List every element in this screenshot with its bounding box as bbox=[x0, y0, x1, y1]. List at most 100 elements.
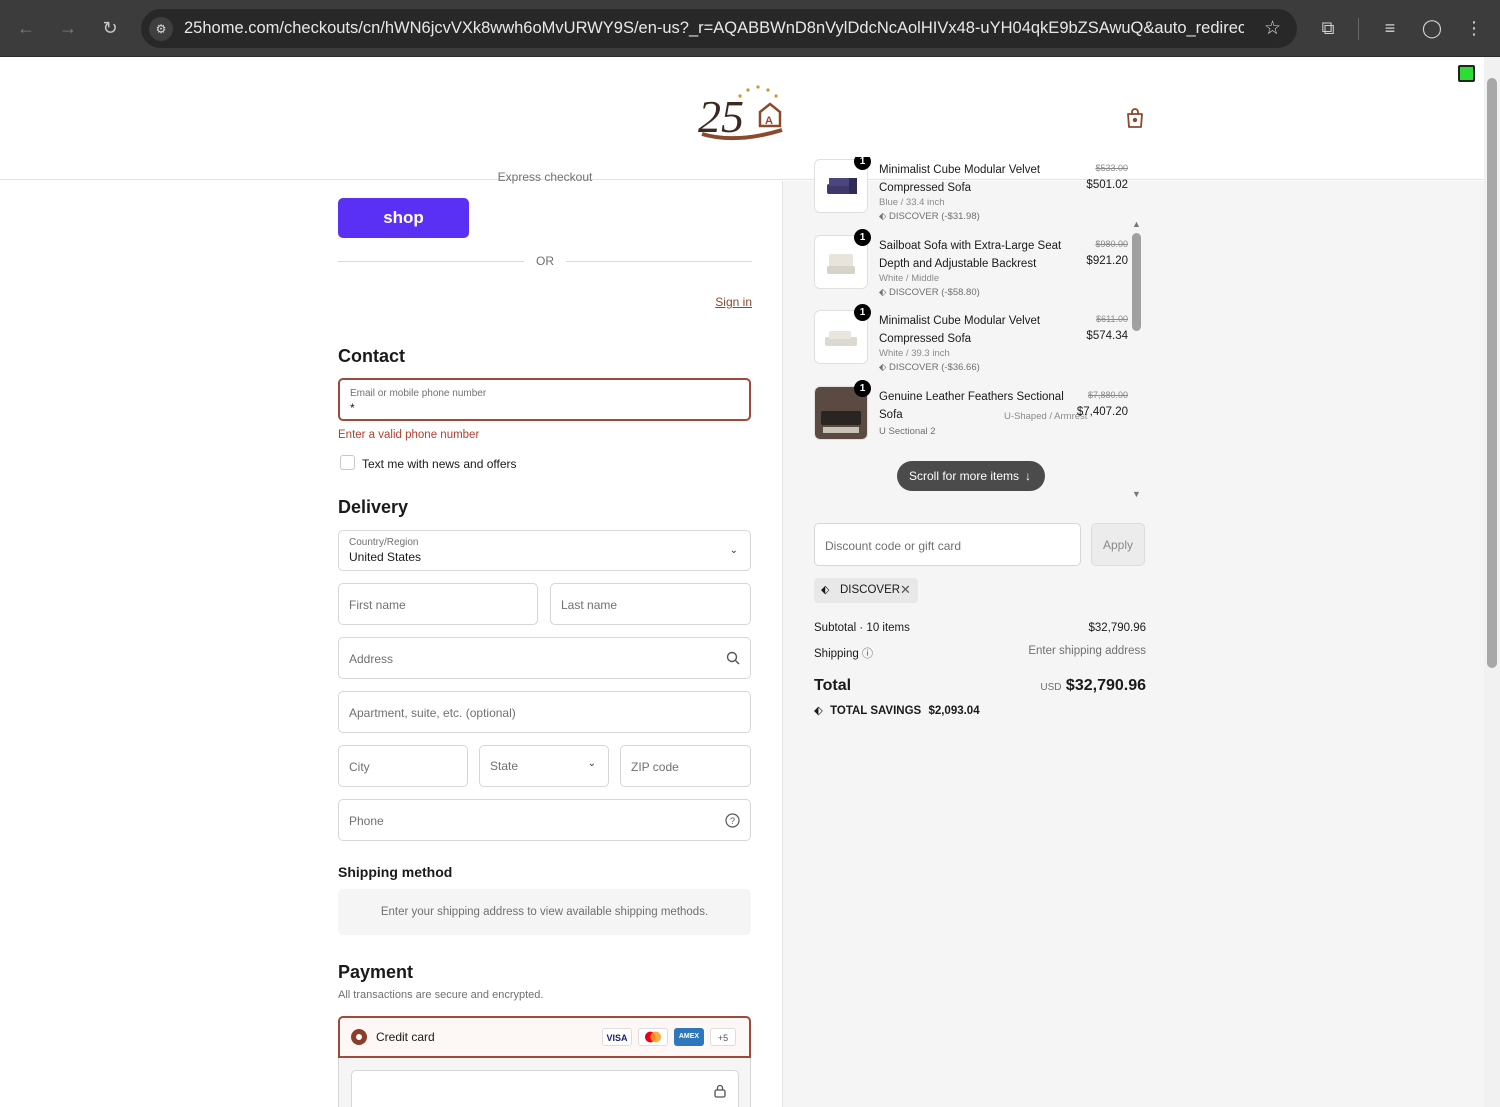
scroll-up-arrow-icon[interactable]: ▲ bbox=[1132, 219, 1141, 229]
email-field-label: Email or mobile phone number bbox=[350, 388, 487, 399]
news-offers-checkbox[interactable] bbox=[340, 455, 355, 470]
product-discount-text: DISCOVER (-$31.98) bbox=[888, 211, 980, 222]
remove-discount-icon[interactable]: ✕ bbox=[900, 582, 911, 598]
last-name-field[interactable]: Last name bbox=[550, 583, 751, 625]
product-discount-text: DISCOVER (-$36.66) bbox=[888, 362, 980, 373]
shipping-value: Enter shipping address bbox=[1028, 645, 1146, 657]
discounted-price: $501.02 bbox=[1086, 179, 1128, 191]
reload-icon[interactable]: ↻ bbox=[96, 14, 124, 42]
email-field[interactable]: Email or mobile phone number * bbox=[338, 378, 751, 421]
cart-items-list[interactable]: 1 Minimalist Cube Modular Velvet Compres… bbox=[814, 157, 1144, 447]
phone-field[interactable]: Phone ? bbox=[338, 799, 751, 841]
apply-discount-button[interactable]: Apply bbox=[1091, 523, 1145, 566]
zip-placeholder: ZIP code bbox=[631, 760, 679, 774]
original-price: $980.00 bbox=[1095, 239, 1128, 249]
product-name: Minimalist Cube Modular Velvet Compresse… bbox=[879, 164, 1041, 194]
cart-item: 1 Minimalist Cube Modular Velvet Compres… bbox=[814, 304, 1132, 384]
discounted-price: $574.34 bbox=[1086, 330, 1128, 342]
discounted-price: $7,407.20 bbox=[1076, 406, 1128, 418]
address-bar[interactable]: ⚙ 25home.com/checkouts/cn/hWN6jcvVXk8wwh… bbox=[141, 9, 1297, 48]
country-select[interactable]: Country/Region United States ⌄ bbox=[338, 530, 751, 571]
checkout-page: 25 A bbox=[0, 57, 1484, 1107]
credit-card-radio[interactable] bbox=[351, 1029, 367, 1045]
svg-text:A: A bbox=[765, 115, 773, 127]
shipping-method-placeholder: Enter your shipping address to view avai… bbox=[338, 889, 751, 935]
menu-kebab-icon[interactable]: ⋮ bbox=[1460, 14, 1488, 42]
browser-toolbar: ← → ↻ ⚙ 25home.com/checkouts/cn/hWN6jcvV… bbox=[0, 0, 1500, 57]
phone-placeholder: Phone bbox=[349, 814, 384, 828]
contact-heading: Contact bbox=[338, 346, 405, 366]
country-value: United States bbox=[349, 550, 422, 564]
extension-status-indicator bbox=[1458, 65, 1475, 82]
scroll-for-more-button[interactable]: Scroll for more items ↓ bbox=[897, 461, 1045, 491]
product-discount: ⬖ DISCOVER (-$58.80) bbox=[879, 287, 980, 298]
address-field[interactable]: Address bbox=[338, 637, 751, 679]
zip-field[interactable]: ZIP code bbox=[620, 745, 751, 787]
help-icon[interactable]: ? bbox=[725, 813, 740, 828]
card-number-field[interactable] bbox=[351, 1070, 739, 1107]
original-price: $611.00 bbox=[1096, 314, 1128, 324]
chevron-down-icon: ⌄ bbox=[587, 758, 596, 769]
quantity-badge: 1 bbox=[854, 304, 871, 321]
product-discount: ⬖ DISCOVER (-$31.98) bbox=[879, 211, 980, 222]
svg-text:?: ? bbox=[730, 816, 735, 826]
quantity-badge: 1 bbox=[854, 157, 871, 170]
forward-icon[interactable]: → bbox=[54, 14, 82, 42]
or-label: OR bbox=[536, 254, 554, 268]
store-logo[interactable]: 25 A bbox=[696, 82, 788, 152]
tag-icon: ⬖ bbox=[821, 584, 830, 596]
state-select[interactable]: State ⌄ bbox=[479, 745, 609, 787]
page-scrollbar-thumb[interactable] bbox=[1487, 78, 1497, 668]
shopping-bag-icon[interactable] bbox=[1125, 107, 1145, 129]
discount-code-placeholder: Discount code or gift card bbox=[825, 539, 962, 553]
state-placeholder: State bbox=[490, 759, 519, 773]
apartment-placeholder: Apartment, suite, etc. (optional) bbox=[349, 706, 516, 720]
product-discount: ⬖ DISCOVER (-$36.66) bbox=[879, 362, 980, 373]
amex-logo: AMEX bbox=[674, 1028, 704, 1046]
quantity-badge: 1 bbox=[854, 229, 871, 246]
scroll-down-arrow-icon[interactable]: ▼ bbox=[1132, 489, 1141, 499]
delivery-heading: Delivery bbox=[338, 497, 409, 517]
payment-heading: Payment bbox=[338, 962, 414, 982]
subtotal-value: $32,790.96 bbox=[1088, 622, 1146, 634]
media-control-icon[interactable]: ≡ bbox=[1376, 14, 1404, 42]
product-discount-text: DISCOVER (-$58.80) bbox=[888, 287, 980, 298]
site-settings-icon[interactable]: ⚙ bbox=[149, 17, 173, 41]
credit-card-label: Credit card bbox=[376, 1030, 435, 1044]
cart-item: 1 Minimalist Cube Modular Velvet Compres… bbox=[814, 157, 1132, 233]
savings-tag-icon: ⬖ bbox=[814, 705, 823, 717]
sign-in-link[interactable]: Sign in bbox=[715, 295, 752, 309]
back-icon[interactable]: ← bbox=[12, 14, 40, 42]
discounted-price: $921.20 bbox=[1086, 255, 1128, 267]
card-details-area bbox=[338, 1058, 751, 1107]
mastercard-logo bbox=[638, 1028, 668, 1046]
url-text[interactable]: 25home.com/checkouts/cn/hWN6jcvVXk8wwh6o… bbox=[184, 19, 1244, 38]
country-label: Country/Region bbox=[349, 537, 419, 548]
lock-icon bbox=[714, 1084, 726, 1098]
city-placeholder: City bbox=[349, 760, 370, 774]
discount-code-input[interactable]: Discount code or gift card bbox=[814, 523, 1081, 566]
tag-icon: ⬖ bbox=[879, 362, 887, 373]
news-offers-label[interactable]: Text me with news and offers bbox=[362, 457, 517, 471]
page-scrollbar[interactable] bbox=[1484, 57, 1500, 1107]
savings-value: $2,093.04 bbox=[928, 705, 980, 717]
extensions-icon[interactable]: ⧉ bbox=[1314, 14, 1342, 42]
first-name-field[interactable]: First name bbox=[338, 583, 538, 625]
last-name-placeholder: Last name bbox=[561, 598, 618, 612]
product-variant: White / Middle bbox=[879, 273, 940, 284]
apartment-field[interactable]: Apartment, suite, etc. (optional) bbox=[338, 691, 751, 733]
shop-pay-button[interactable]: shop bbox=[338, 198, 469, 238]
city-field[interactable]: City bbox=[338, 745, 468, 787]
profile-icon[interactable]: ◯ bbox=[1418, 14, 1446, 42]
visa-logo: VISA bbox=[602, 1028, 632, 1046]
cart-scrollbar-thumb[interactable] bbox=[1132, 233, 1141, 331]
credit-card-option[interactable]: Credit card VISA AMEX +5 bbox=[338, 1016, 751, 1058]
original-price: $533.00 bbox=[1095, 163, 1128, 173]
email-field-value: * bbox=[350, 401, 355, 415]
bookmark-star-icon[interactable]: ☆ bbox=[1264, 17, 1281, 40]
search-icon bbox=[726, 651, 740, 665]
shipping-help-icon[interactable]: ⓘ bbox=[862, 648, 873, 660]
more-cards-badge: +5 bbox=[710, 1028, 736, 1046]
subtotal-label: Subtotal · 10 items bbox=[814, 622, 910, 634]
shipping-label: Shipping bbox=[814, 648, 859, 660]
